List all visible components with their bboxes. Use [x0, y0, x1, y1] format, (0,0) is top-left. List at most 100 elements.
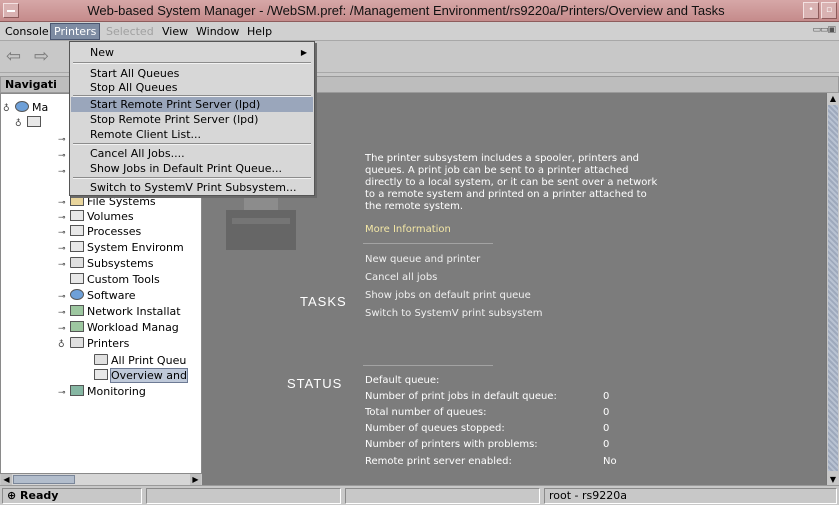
- divider: [363, 243, 493, 244]
- scroll-up-button[interactable]: ▲: [828, 93, 838, 104]
- status-remote-server-value: No: [603, 456, 617, 467]
- forward-arrow-icon[interactable]: ⇨: [34, 48, 49, 66]
- expanded-node-icon[interactable]: ♁: [3, 102, 15, 117]
- overview-icon: [94, 369, 108, 380]
- status-problems-label: Number of printers with problems:: [365, 439, 538, 450]
- more-information-link[interactable]: More Information: [365, 224, 451, 235]
- monitoring-icon: [70, 385, 84, 396]
- collapsed-node-icon[interactable]: ⊸: [58, 386, 70, 401]
- collapsed-node-icon[interactable]: ⊸: [58, 242, 70, 257]
- tree-item-overview-and-tasks[interactable]: Overview and: [94, 368, 188, 383]
- menu-item-start-remote-print-server[interactable]: Start Remote Print Server (lpd): [71, 97, 313, 112]
- menu-item-stop-remote-print-server[interactable]: Stop Remote Print Server (lpd): [71, 112, 313, 127]
- tree-item-software[interactable]: ⊸ Software: [58, 288, 136, 303]
- custom-tools-icon: [70, 273, 84, 284]
- collapsed-node-icon[interactable]: ⊸: [58, 322, 70, 337]
- tree-item-processes[interactable]: ⊸ Processes: [58, 224, 141, 239]
- menu-printers[interactable]: Printers: [49, 23, 101, 40]
- task-cancel-jobs-link[interactable]: Cancel all jobs: [365, 272, 437, 283]
- window-controls: • ▫: [803, 2, 837, 19]
- printers-menu: New ▶ Start All Queues Stop All Queues St…: [69, 41, 315, 196]
- menu-item-stop-all-queues[interactable]: Stop All Queues: [71, 80, 313, 95]
- software-icon: [70, 289, 84, 300]
- tree-horizontal-scrollbar[interactable]: ◀ ▶: [1, 473, 201, 485]
- menu-selected[interactable]: Selected: [103, 24, 157, 39]
- tree-item-subsystems[interactable]: ⊸ Subsystems: [58, 256, 153, 271]
- menu-item-switch-systemv[interactable]: Switch to SystemV Print Subsystem...: [71, 180, 313, 195]
- menu-item-start-all-queues[interactable]: Start All Queues: [71, 66, 313, 81]
- menu-item-cancel-all-jobs[interactable]: Cancel All Jobs....: [71, 146, 313, 161]
- environment-icon: [15, 101, 29, 112]
- collapsed-node-icon[interactable]: ⊸: [58, 226, 70, 241]
- maximize-button[interactable]: ▫: [821, 2, 837, 19]
- scroll-left-button[interactable]: ◀: [1, 474, 12, 485]
- tree-item-printers[interactable]: ♁ Printers: [58, 336, 129, 351]
- status-stopped-label: Number of queues stopped:: [365, 423, 505, 434]
- menu-window[interactable]: Window: [193, 24, 242, 39]
- menu-item-new[interactable]: New ▶: [71, 45, 313, 60]
- task-show-jobs-link[interactable]: Show jobs on default print queue: [365, 290, 531, 301]
- print-queue-icon: [94, 354, 108, 365]
- window-tile-icons[interactable]: ▭▭▣: [812, 25, 835, 35]
- scroll-thumb[interactable]: [828, 105, 838, 471]
- menu-item-show-jobs-default-queue[interactable]: Show Jobs in Default Print Queue...: [71, 161, 313, 176]
- task-switch-systemv-link[interactable]: Switch to SystemV print subsystem: [365, 308, 543, 319]
- menu-item-remote-client-list[interactable]: Remote Client List...: [71, 127, 313, 142]
- status-jobs-label: Number of print jobs in default queue:: [365, 391, 557, 402]
- status-user-host: root - rs9220a: [544, 488, 837, 504]
- minimize-button[interactable]: •: [803, 2, 819, 19]
- expanded-node-icon[interactable]: ♁: [15, 117, 27, 132]
- window-menu-button[interactable]: [3, 3, 19, 18]
- folder-icon: [70, 195, 84, 206]
- tree-item-host[interactable]: ♁: [15, 115, 44, 130]
- scroll-thumb[interactable]: [13, 475, 75, 484]
- task-new-queue-link[interactable]: New queue and printer: [365, 254, 480, 265]
- menu-separator: [73, 143, 311, 145]
- status-field-empty-2: [345, 488, 540, 504]
- menu-bar: Console Printers Selected View Window He…: [0, 22, 839, 41]
- processes-icon: [70, 225, 84, 236]
- status-problems-value: 0: [603, 439, 610, 450]
- status-default-queue-label: Default queue:: [365, 375, 440, 386]
- collapsed-node-icon[interactable]: ⊸: [58, 306, 70, 321]
- window-title: Web-based System Manager - /WebSM.pref: …: [87, 3, 725, 18]
- submenu-arrow-icon: ▶: [300, 48, 307, 57]
- printer-description: The printer subsystem includes a spooler…: [365, 153, 658, 212]
- status-jobs-value: 0: [603, 391, 610, 402]
- scroll-down-button[interactable]: ▼: [828, 474, 838, 485]
- scroll-right-button[interactable]: ▶: [190, 474, 201, 485]
- status-stopped-value: 0: [603, 423, 610, 434]
- back-arrow-icon[interactable]: ⇦: [6, 48, 21, 66]
- collapsed-node-icon[interactable]: ⊸: [58, 258, 70, 273]
- network-icon: [70, 305, 84, 316]
- status-state: ⊕ Ready: [2, 488, 142, 504]
- status-queues-label: Total number of queues:: [365, 407, 487, 418]
- tree-item-all-print-queues[interactable]: All Print Queu: [94, 353, 186, 368]
- host-icon: [27, 116, 41, 127]
- tree-item-volumes[interactable]: ⊸ Volumes: [58, 209, 134, 224]
- volumes-icon: [70, 210, 84, 221]
- title-bar: Web-based System Manager - /WebSM.pref: …: [0, 0, 839, 22]
- workload-icon: [70, 321, 84, 332]
- menu-view[interactable]: View: [159, 24, 191, 39]
- printer-icon: [70, 337, 84, 348]
- status-remote-server-label: Remote print server enabled:: [365, 456, 512, 467]
- tree-item-network-installation[interactable]: ⊸ Network Installat: [58, 304, 181, 319]
- content-vertical-scrollbar[interactable]: ▲ ▼: [826, 93, 839, 485]
- tree-item-workload-manager[interactable]: ⊸ Workload Manag: [58, 320, 179, 335]
- menu-console[interactable]: Console: [2, 24, 52, 39]
- subsystems-icon: [70, 257, 84, 268]
- tree-item-file-systems[interactable]: ⊸ File Systems: [58, 194, 156, 209]
- tree-item-system-environment[interactable]: ⊸ System Environm: [58, 240, 184, 255]
- tree-item-management[interactable]: ♁ Ma: [3, 100, 48, 115]
- status-field-empty-1: [146, 488, 341, 504]
- menu-help[interactable]: Help: [244, 24, 275, 39]
- collapsed-node-icon[interactable]: ⊸: [58, 290, 70, 305]
- system-environment-icon: [70, 241, 84, 252]
- tree-item-custom-tools[interactable]: Custom Tools: [70, 272, 160, 287]
- status-icon: ⊕: [7, 489, 21, 502]
- menu-separator: [73, 177, 311, 179]
- expanded-node-icon[interactable]: ♁: [58, 338, 70, 353]
- status-heading: STATUS: [287, 376, 343, 391]
- tree-item-monitoring[interactable]: ⊸ Monitoring: [58, 384, 146, 399]
